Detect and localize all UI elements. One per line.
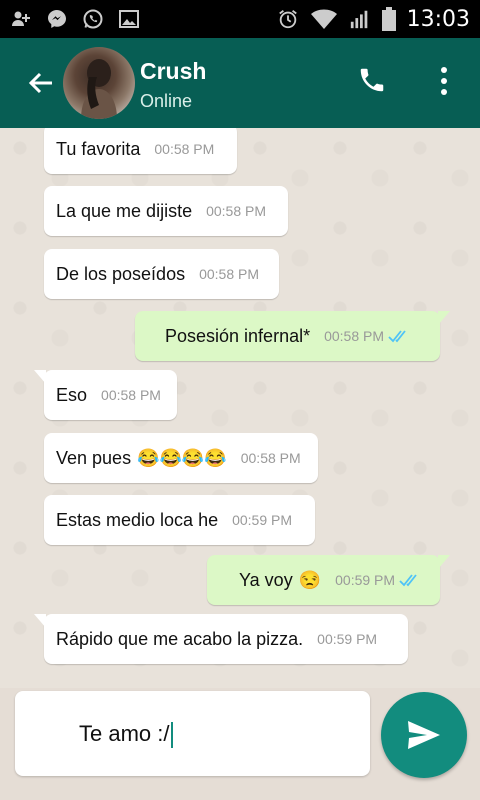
bubble-tail xyxy=(34,614,46,628)
message-input[interactable]: Te amo :/ xyxy=(15,691,370,776)
message-incoming[interactable]: Eso 00:58 PM xyxy=(34,370,177,420)
more-options-icon[interactable] xyxy=(432,65,456,97)
message-time: 00:58 PM xyxy=(324,328,385,344)
send-icon xyxy=(408,721,440,749)
bubble-tail xyxy=(438,311,450,325)
message-text: Tu favorita xyxy=(56,138,141,159)
message-incoming[interactable]: De los poseídos 00:58 PM xyxy=(44,249,279,299)
message-time: 00:59 PM xyxy=(335,572,396,588)
message-outgoing[interactable]: Posesión infernal* 00:58 PM xyxy=(135,311,450,361)
message-text: Ven pues xyxy=(56,447,132,468)
send-button[interactable] xyxy=(381,692,467,778)
message-time: 00:58 PM xyxy=(154,141,215,157)
notification-icons xyxy=(10,0,140,38)
message-incoming[interactable]: Rápido que me acabo la pizza. 00:59 PM xyxy=(34,614,408,664)
emoji: 😒 xyxy=(298,569,322,590)
message-outgoing[interactable]: Ya voy 😒 00:59 PM xyxy=(207,555,450,605)
whatsapp-icon xyxy=(82,8,104,30)
message-text: Rápido que me acabo la pizza. xyxy=(56,628,304,649)
alarm-icon xyxy=(277,8,299,30)
message-text: Posesión infernal* xyxy=(165,325,311,346)
chat-header: Crush Online xyxy=(0,38,480,128)
system-icons: 13:03 xyxy=(277,0,470,38)
read-ticks-icon xyxy=(399,574,417,587)
message-time: 00:58 PM xyxy=(206,203,267,219)
back-arrow-icon[interactable] xyxy=(26,68,56,98)
bubble-tail xyxy=(438,555,450,569)
wifi-icon xyxy=(309,8,339,30)
emoji: 😂😂😂😂 xyxy=(137,447,227,468)
message-time: 00:58 PM xyxy=(199,266,260,282)
contact-name[interactable]: Crush xyxy=(140,58,206,85)
message-text: Ya voy xyxy=(239,569,293,590)
message-text: Eso xyxy=(56,384,88,405)
message-time: 00:59 PM xyxy=(232,512,293,528)
message-incoming[interactable]: Ven pues 😂😂😂😂 00:58 PM xyxy=(44,433,318,483)
message-incoming[interactable]: La que me dijiste 00:58 PM xyxy=(44,186,288,236)
bubble-tail xyxy=(34,370,46,384)
chat-area[interactable]: Tu favorita 00:58 PM La que me dijiste 0… xyxy=(0,128,480,688)
contact-status: Online xyxy=(140,91,193,111)
message-time: 00:58 PM xyxy=(101,387,161,403)
message-time: 00:59 PM xyxy=(317,631,378,647)
message-input-text[interactable]: Te amo :/ xyxy=(79,721,174,749)
message-text: De los poseídos xyxy=(56,263,186,284)
clock: 13:03 xyxy=(406,6,470,32)
message-input-value: Te amo :/ xyxy=(79,721,170,746)
messenger-icon xyxy=(46,8,68,30)
message-incoming[interactable]: Estas medio loca he 00:59 PM xyxy=(44,495,315,545)
signal-icon xyxy=(349,8,371,30)
avatar[interactable] xyxy=(63,47,135,119)
message-text: La que me dijiste xyxy=(56,200,193,221)
message-time: 00:58 PM xyxy=(240,450,301,466)
image-icon xyxy=(118,8,140,30)
battery-icon xyxy=(381,7,397,31)
text-cursor xyxy=(171,722,174,749)
message-incoming[interactable]: Tu favorita 00:58 PM xyxy=(44,128,237,174)
add-contact-icon xyxy=(10,8,32,30)
read-ticks-icon xyxy=(388,330,406,343)
message-text: Estas medio loca he xyxy=(56,509,219,530)
phone-icon[interactable] xyxy=(357,65,389,97)
status-bar: 13:03 xyxy=(0,0,480,38)
